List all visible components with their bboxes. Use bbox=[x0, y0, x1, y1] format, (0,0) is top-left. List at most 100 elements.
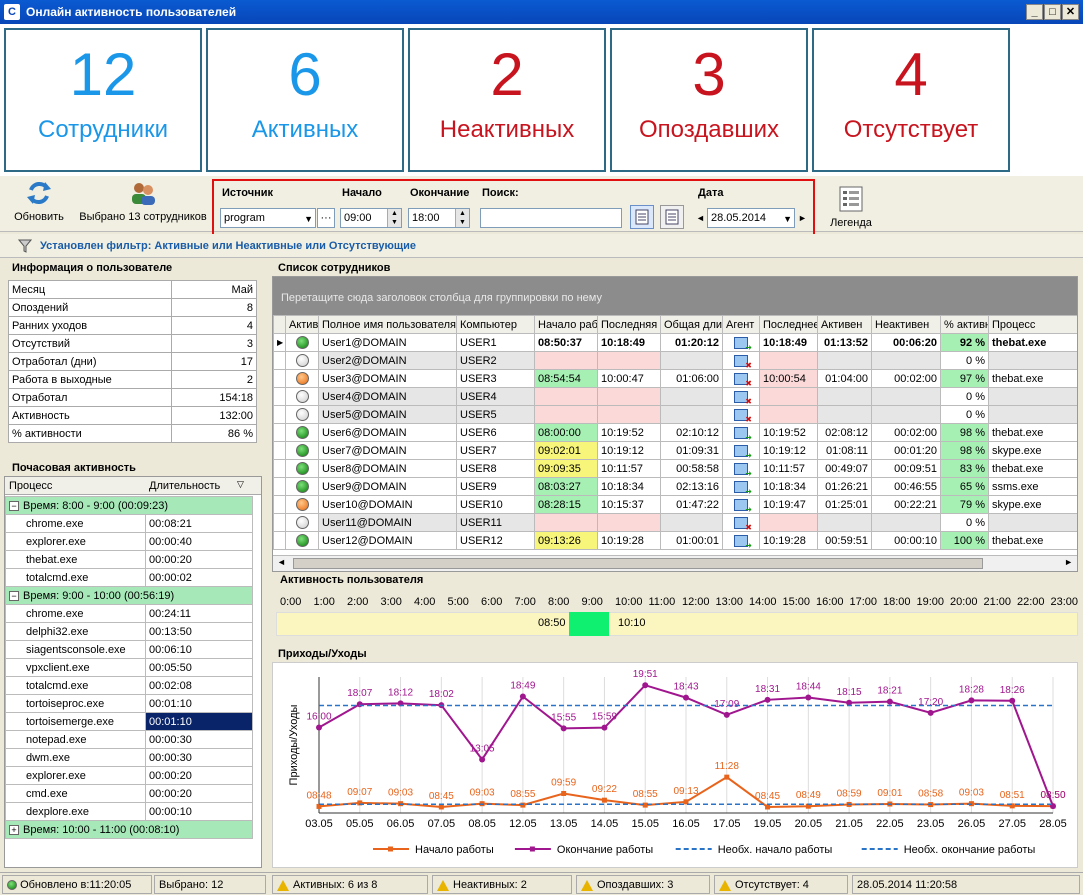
expand-icon[interactable]: + bbox=[9, 824, 19, 835]
data-label: 08:58 bbox=[918, 789, 943, 800]
filter-list-button[interactable] bbox=[660, 205, 684, 229]
column-header[interactable]: Неактивен bbox=[871, 315, 941, 334]
cell-pct: 0 % bbox=[940, 387, 989, 406]
employee-row[interactable]: User6@DOMAIN USER6 08:00:00 10:19:52 02:10:1… bbox=[273, 423, 1077, 442]
close-button[interactable]: ✕ bbox=[1062, 4, 1079, 20]
process-row[interactable]: dexplore.exe 00:00:10 bbox=[5, 802, 253, 821]
column-header[interactable]: % активности bbox=[940, 315, 989, 334]
kpi-absent[interactable]: 4 Отсутствует bbox=[812, 28, 1010, 172]
cell-last: 10:18:49 bbox=[597, 333, 661, 352]
hour-group-row[interactable]: − Время: 9:00 - 10:00 (00:56:19) bbox=[5, 586, 253, 605]
date-next-icon[interactable]: ► bbox=[798, 208, 808, 228]
data-point bbox=[1009, 697, 1016, 704]
employee-row[interactable]: User3@DOMAIN USER3 08:54:54 10:00:47 01:06:0… bbox=[273, 369, 1077, 388]
date-prev-icon[interactable]: ◄ bbox=[696, 208, 706, 228]
process-row[interactable]: notepad.exe 00:00:30 bbox=[5, 730, 253, 749]
end-time-input[interactable]: 18:00 ▲ ▼ bbox=[408, 208, 470, 228]
legend-marker bbox=[529, 846, 535, 852]
col-duration[interactable]: Длительность bbox=[149, 480, 220, 492]
data-point bbox=[723, 711, 730, 718]
scroll-thumb[interactable] bbox=[293, 558, 983, 569]
data-point bbox=[601, 797, 607, 803]
employee-row[interactable]: User2@DOMAIN USER2 ✖ 0 % bbox=[273, 351, 1077, 370]
x-tick-label: 19.05 bbox=[754, 818, 782, 830]
kpi-late[interactable]: 3 Опоздавших bbox=[610, 28, 808, 172]
collapse-icon[interactable]: − bbox=[9, 500, 19, 511]
start-time-value: 09:00 bbox=[344, 212, 372, 224]
column-header[interactable]: Последнее bbox=[759, 315, 818, 334]
process-row[interactable]: delphi32.exe 00:13:50 bbox=[5, 622, 253, 641]
start-time-input[interactable]: 09:00 ▲ ▼ bbox=[340, 208, 402, 228]
source-browse-button[interactable]: ··· bbox=[317, 208, 335, 228]
column-header[interactable]: Полное имя пользователя bbox=[318, 315, 457, 334]
process-row[interactable]: chrome.exe 00:24:11 bbox=[5, 604, 253, 623]
column-header[interactable]: Начало работы bbox=[534, 315, 598, 334]
cell-computer: USER6 bbox=[456, 423, 535, 442]
date-picker[interactable]: 28.05.2014 ▼ bbox=[707, 208, 795, 228]
employee-row[interactable]: User12@DOMAIN USER12 09:13:26 10:19:28 01:00… bbox=[273, 531, 1077, 550]
employee-row[interactable]: User11@DOMAIN USER11 ✖ 0 % bbox=[273, 513, 1077, 532]
maximize-button[interactable]: □ bbox=[1044, 4, 1061, 20]
column-header[interactable]: Общая длительность bbox=[660, 315, 723, 334]
process-row[interactable]: vpxclient.exe 00:05:50 bbox=[5, 658, 253, 677]
column-header[interactable]: Активен bbox=[817, 315, 872, 334]
data-label: 18:21 bbox=[877, 686, 902, 697]
employee-row[interactable]: User4@DOMAIN USER4 ✖ 0 % bbox=[273, 387, 1077, 406]
filter-apply-button[interactable] bbox=[630, 205, 654, 229]
employee-row[interactable]: ▶ User1@DOMAIN USER1 08:50:37 10:18:49 01:20:… bbox=[273, 333, 1077, 352]
employee-row[interactable]: User9@DOMAIN USER9 08:03:27 10:18:34 02:13:1… bbox=[273, 477, 1077, 496]
process-row[interactable]: thebat.exe 00:00:20 bbox=[5, 550, 253, 569]
status-absent-text: Отсутствует: 4 bbox=[735, 879, 809, 891]
process-row[interactable]: tortoiseproc.exe 00:01:10 bbox=[5, 694, 253, 713]
column-header[interactable]: Последняя bbox=[597, 315, 661, 334]
employee-row[interactable]: User8@DOMAIN USER8 09:09:35 10:11:57 00:58:5… bbox=[273, 459, 1077, 478]
kpi-inactive[interactable]: 2 Неактивных bbox=[408, 28, 606, 172]
filter-icon[interactable]: ▽ bbox=[237, 479, 244, 490]
hour-group-text: Время: 8:00 - 9:00 (00:09:23) bbox=[23, 499, 168, 512]
start-spin-icon[interactable]: ▲ ▼ bbox=[387, 209, 401, 227]
hour-group-row[interactable]: + Время: 10:00 - 11:00 (00:08:10) bbox=[5, 820, 253, 839]
process-row[interactable]: siagentsconsole.exe 00:06:10 bbox=[5, 640, 253, 659]
process-row[interactable]: explorer.exe 00:00:20 bbox=[5, 766, 253, 785]
minimize-button[interactable]: _ bbox=[1026, 4, 1043, 20]
source-select[interactable]: program ▼ bbox=[220, 208, 316, 228]
select-employees-button[interactable]: Выбрано 13 сотрудников bbox=[76, 176, 210, 230]
search-input[interactable] bbox=[480, 208, 622, 228]
process-name: tortoisemerge.exe bbox=[5, 712, 146, 731]
cell-inactive: 00:22:21 bbox=[871, 495, 941, 514]
cell-process: thebat.exe bbox=[988, 333, 1077, 352]
legend-button[interactable]: Легенда bbox=[826, 182, 876, 230]
kpi-employees[interactable]: 12 Сотрудники bbox=[4, 28, 202, 172]
process-row[interactable]: tortoisemerge.exe 00:01:10 bbox=[5, 712, 253, 731]
end-spin-icon[interactable]: ▲ ▼ bbox=[455, 209, 469, 227]
employee-row[interactable]: User7@DOMAIN USER7 09:02:01 10:19:12 01:09:3… bbox=[273, 441, 1077, 460]
scroll-left-icon[interactable]: ◄ bbox=[277, 557, 286, 567]
kpi-active[interactable]: 6 Активных bbox=[206, 28, 404, 172]
column-header[interactable]: Компьютер bbox=[456, 315, 535, 334]
column-header[interactable]: Активность bbox=[285, 315, 319, 334]
col-process[interactable]: Процесс bbox=[9, 480, 52, 492]
process-row[interactable]: totalcmd.exe 00:02:08 bbox=[5, 676, 253, 695]
horizontal-scrollbar[interactable]: ◄ ► bbox=[273, 555, 1077, 571]
hour-group-row[interactable]: − Время: 8:00 - 9:00 (00:09:23) bbox=[5, 496, 253, 515]
collapse-icon[interactable]: − bbox=[9, 590, 19, 601]
group-panel[interactable]: Перетащите сюда заголовок столбца для гр… bbox=[273, 277, 1077, 315]
refresh-button[interactable]: Обновить bbox=[8, 176, 70, 230]
scroll-right-icon[interactable]: ► bbox=[1064, 557, 1073, 567]
employee-row[interactable]: User5@DOMAIN USER5 ✖ 0 % bbox=[273, 405, 1077, 424]
process-row[interactable]: chrome.exe 00:08:21 bbox=[5, 514, 253, 533]
process-row[interactable]: explorer.exe 00:00:40 bbox=[5, 532, 253, 551]
data-point bbox=[356, 701, 363, 708]
cell-pct: 98 % bbox=[940, 423, 989, 442]
cell-pct: 97 % bbox=[940, 369, 989, 388]
filter-panel: Источник program ▼ ··· Начало 09:00 ▲ ▼ О… bbox=[212, 179, 815, 236]
process-row[interactable]: totalcmd.exe 00:00:02 bbox=[5, 568, 253, 587]
column-header[interactable]: Агент bbox=[722, 315, 760, 334]
process-row[interactable]: dwm.exe 00:00:30 bbox=[5, 748, 253, 767]
process-row[interactable]: cmd.exe 00:00:20 bbox=[5, 784, 253, 803]
column-header[interactable]: Процесс bbox=[988, 315, 1077, 334]
data-point bbox=[683, 694, 689, 701]
data-point bbox=[479, 756, 486, 763]
employee-row[interactable]: User10@DOMAIN USER10 08:28:15 10:15:37 01:47… bbox=[273, 495, 1077, 514]
process-duration: 00:00:02 bbox=[145, 568, 253, 587]
